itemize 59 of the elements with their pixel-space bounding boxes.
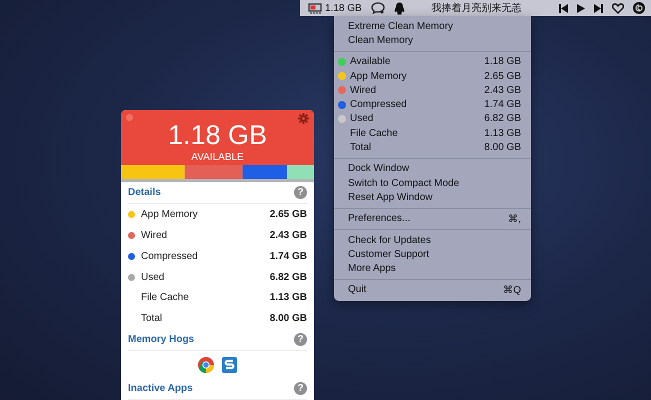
- shortcut-label: ⌘Q: [503, 284, 521, 296]
- song-title: 我捧着月亮别来无恙: [432, 2, 522, 15]
- menu-item[interactable]: Reset App Window: [334, 190, 531, 205]
- stat-label: Available: [350, 56, 392, 68]
- stat-label: Wired: [350, 84, 378, 96]
- section-title: Details: [128, 187, 161, 198]
- stat-label: Compressed: [350, 99, 408, 110]
- detail-value: 8.00 GB: [270, 313, 307, 324]
- browser-app-icon[interactable]: [198, 357, 214, 373]
- available-caption: AVAILABLE: [191, 152, 244, 163]
- detail-label: File Cache: [141, 292, 190, 304]
- stat-label: App Memory: [350, 70, 408, 82]
- stat-label: Used: [350, 113, 374, 124]
- stat-value: 1.74 GB: [484, 99, 521, 110]
- stat-value: 2.43 GB: [484, 84, 521, 96]
- detail-label: Compressed: [141, 250, 199, 262]
- stat-value: 1.18 GB: [484, 56, 521, 68]
- stat-value: 8.00 GB: [484, 142, 521, 154]
- detail-label: Total: [141, 313, 164, 324]
- memory-chip-icon[interactable]: [308, 2, 322, 14]
- menu-item[interactable]: Check for Updates: [334, 232, 531, 248]
- menu-item[interactable]: More Apps: [334, 261, 531, 276]
- stat-value: 1.13 GB: [484, 128, 521, 139]
- menu-item[interactable]: Clean Memory: [334, 33, 531, 48]
- detail-label: Used: [141, 272, 166, 282]
- available-amount: 1.18 GB: [168, 120, 268, 150]
- detail-value: 2.43 GB: [270, 230, 307, 241]
- menu-item-label: Quit: [348, 284, 368, 296]
- detail-label: Wired: [141, 230, 168, 241]
- menu-item[interactable]: Dock Window: [334, 162, 531, 176]
- section-title: Memory Hogs: [128, 334, 194, 345]
- menu-item-label: Preferences...: [348, 213, 412, 224]
- memory-reading[interactable]: 1.18 GB: [325, 2, 362, 14]
- detail-value: 2.65 GB: [270, 209, 307, 220]
- detail-value: 6.82 GB: [270, 272, 307, 282]
- previous-track-icon[interactable]: [559, 4, 568, 12]
- penguin-icon[interactable]: [394, 2, 405, 14]
- stat-label: File Cache: [350, 128, 399, 139]
- shortcut-label: ⌘,: [508, 212, 521, 225]
- section-title: Inactive Apps: [128, 383, 193, 394]
- app-icon[interactable]: [222, 357, 237, 373]
- menu-item[interactable]: Extreme Clean Memory: [334, 19, 531, 34]
- heart-icon[interactable]: [612, 2, 624, 14]
- detail-value: 1.13 GB: [270, 292, 307, 304]
- next-track-icon[interactable]: [594, 4, 603, 12]
- stat-value: 6.82 GB: [484, 113, 521, 124]
- usage-segment: [121, 164, 185, 179]
- detail-label: App Memory: [141, 209, 199, 220]
- play-icon[interactable]: [577, 4, 585, 12]
- menu-item[interactable]: Preferences... ⌘,: [334, 212, 531, 226]
- usage-segment: [184, 164, 243, 179]
- chat-bubble-icon[interactable]: [370, 2, 385, 14]
- menu-item[interactable]: Quit ⌘Q: [334, 282, 531, 298]
- swirl-logo-icon[interactable]: [633, 2, 645, 14]
- detail-value: 1.74 GB: [270, 250, 307, 262]
- stat-value: 2.65 GB: [484, 70, 521, 82]
- stat-label: Total: [350, 142, 372, 154]
- menu-item[interactable]: Switch to Compact Mode: [334, 176, 531, 190]
- menu-item[interactable]: Customer Support: [334, 247, 531, 262]
